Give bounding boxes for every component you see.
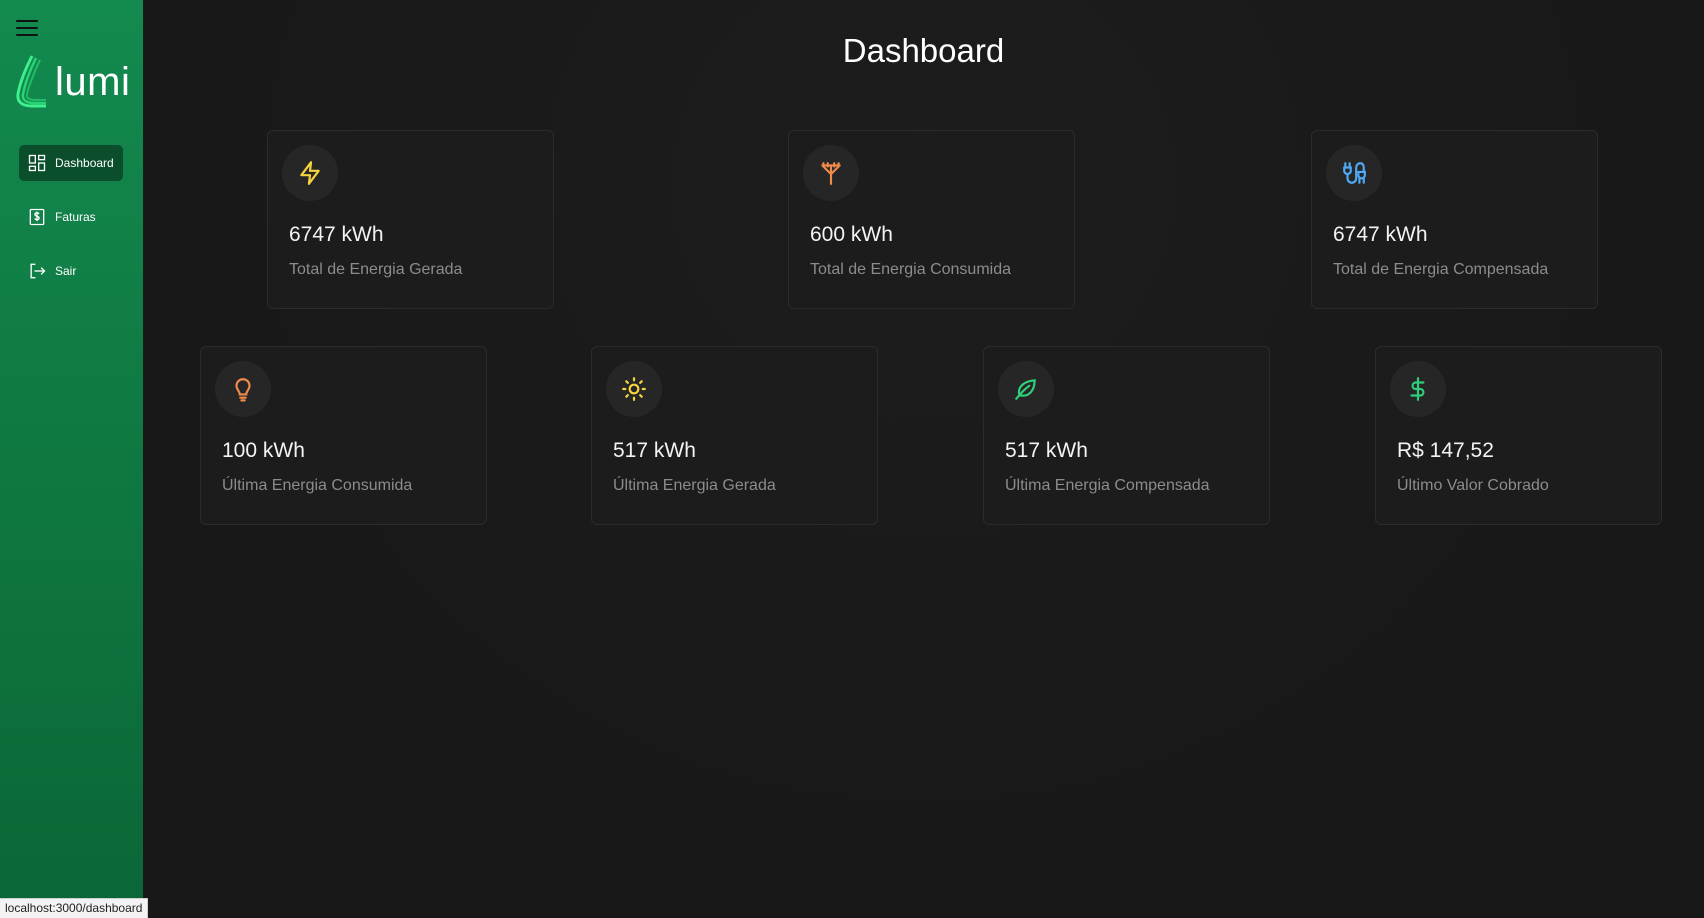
- main-content: Dashboard 6747 kWh Total de Energia Gera…: [143, 0, 1704, 918]
- logout-icon: [30, 263, 46, 279]
- sidebar-item-sair[interactable]: Sair: [19, 253, 123, 289]
- stat-value: 517 kWh: [613, 439, 696, 462]
- stat-card-total-generated: 6747 kWh Total de Energia Gerada: [267, 130, 554, 309]
- sidebar-nav: Dashboard Faturas Sair: [19, 145, 123, 307]
- hamburger-menu-icon[interactable]: [16, 20, 38, 38]
- lightbulb-icon: [235, 378, 251, 402]
- sidebar-item-dashboard[interactable]: Dashboard: [19, 145, 123, 181]
- dollar-icon: [1410, 377, 1425, 401]
- stat-card-last-consumed: 100 kWh Última Energia Consumida: [200, 346, 487, 525]
- sidebar-item-label: Dashboard: [55, 156, 114, 170]
- status-bar-url: localhost:3000/dashboard: [0, 898, 149, 918]
- sidebar: lumi Dashboard Faturas Sair: [0, 0, 143, 918]
- stat-value: 6747 kWh: [1333, 223, 1428, 246]
- invoice-icon: [29, 208, 45, 226]
- stat-label: Total de Energia Gerada: [289, 261, 463, 278]
- stat-value: 100 kWh: [222, 439, 305, 462]
- stat-card-last-charged: R$ 147,52 Último Valor Cobrado: [1375, 346, 1662, 525]
- dashboard-icon: [28, 154, 46, 172]
- sidebar-item-faturas[interactable]: Faturas: [19, 199, 123, 235]
- stat-card-total-consumed: 600 kWh Total de Energia Consumida: [788, 130, 1075, 309]
- logo-text: lumi: [55, 60, 131, 104]
- stat-label: Total de Energia Compensada: [1333, 261, 1549, 278]
- stat-label: Total de Energia Consumida: [810, 261, 1012, 278]
- sun-icon: [622, 377, 646, 401]
- plug-cable-icon: [1343, 162, 1366, 184]
- sidebar-item-label: Sair: [55, 264, 77, 278]
- leaf-icon: [1015, 379, 1036, 400]
- stat-value: 6747 kWh: [289, 223, 384, 246]
- power-pole-icon: [821, 162, 841, 185]
- stat-card-total-compensated: 6747 kWh Total de Energia Compensada: [1311, 130, 1598, 309]
- stat-card-last-generated: 517 kWh Última Energia Gerada: [591, 346, 878, 525]
- stat-label: Última Energia Gerada: [613, 477, 776, 494]
- stat-label: Última Energia Consumida: [222, 477, 413, 494]
- page-title: Dashboard: [842, 32, 1005, 69]
- stat-value: 517 kWh: [1005, 439, 1088, 462]
- lightning-icon: [300, 161, 320, 185]
- stat-label: Último Valor Cobrado: [1397, 477, 1549, 494]
- sidebar-item-label: Faturas: [55, 210, 96, 224]
- stat-card-last-compensated: 517 kWh Última Energia Compensada: [983, 346, 1270, 525]
- stat-value: R$ 147,52: [1397, 439, 1494, 462]
- stat-value: 600 kWh: [810, 223, 893, 246]
- stat-label: Última Energia Compensada: [1005, 477, 1210, 494]
